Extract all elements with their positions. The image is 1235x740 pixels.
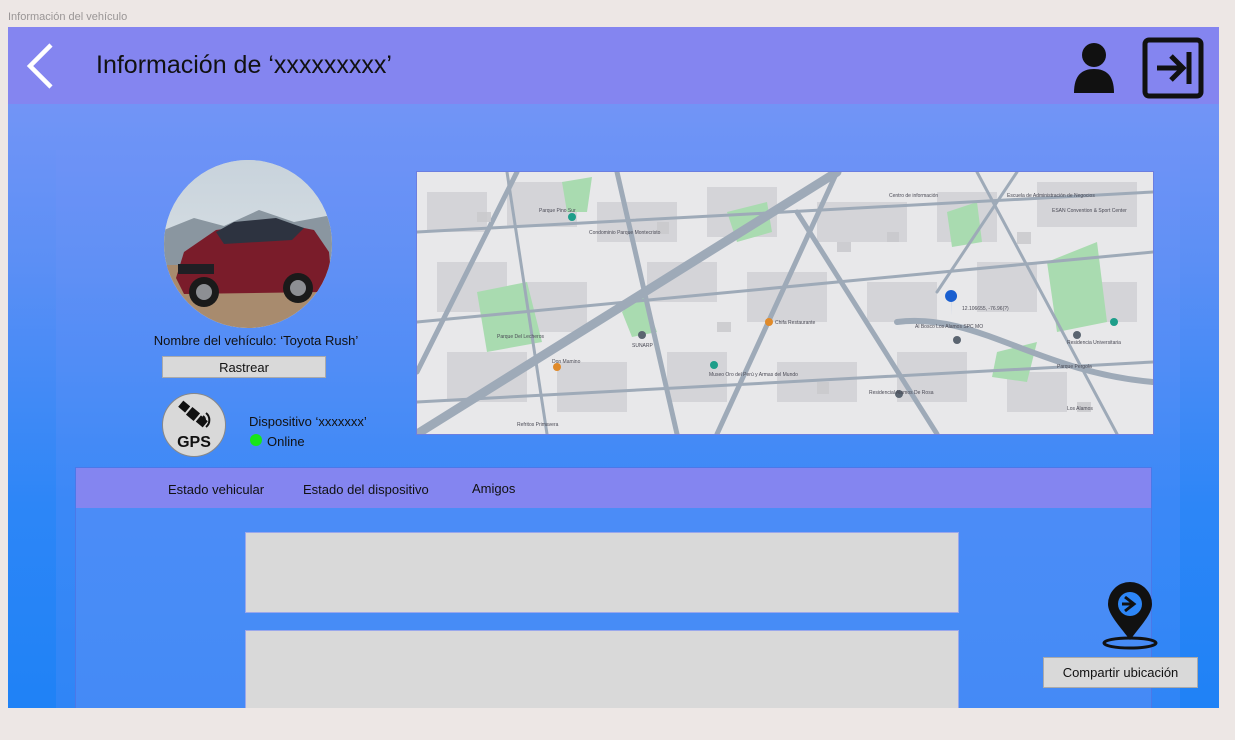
vehicle-photo — [164, 160, 332, 328]
map-label: Residencial Alamos De Rosa — [869, 390, 934, 396]
map-label: 12.106655, -76.96(?) — [962, 306, 1009, 312]
app-frame: Información de ‘xxxxxxxxx’ Nombre del ve… — [8, 27, 1219, 708]
vehicle-name: Nombre del vehículo: ‘Toyota Rush’ — [153, 333, 359, 348]
gps-icon: GPS — [162, 393, 226, 457]
info-field — [245, 532, 959, 613]
info-field — [245, 630, 959, 708]
map-label: SUNARP — [632, 343, 654, 349]
map-label: Parque Del Lecheros — [497, 334, 544, 340]
map-label: Al Bosco Los Alamos SPC MO — [915, 324, 983, 330]
device-name: Dispositivo ‘xxxxxxx’ — [249, 414, 367, 429]
back-button[interactable] — [24, 41, 64, 91]
header: Información de ‘xxxxxxxxx’ — [8, 27, 1219, 104]
status-dot — [250, 434, 262, 446]
map-label: Escuela de Administración de Negocios — [1007, 193, 1095, 199]
map-label: Don Mamino — [552, 359, 581, 365]
location-share-icon[interactable] — [1100, 582, 1160, 650]
page-title: Información de ‘xxxxxxxxx’ — [96, 51, 392, 79]
map-label: Museo Oro del Perú y Armas del Mundo — [709, 372, 798, 378]
window-label: Información del vehículo — [8, 11, 128, 23]
map-label: Chifa Restaurante — [775, 320, 816, 326]
map-label: Los Alamos — [1067, 406, 1093, 412]
map-label: Condominio Parque Montecristo — [589, 230, 661, 236]
logout-button[interactable] — [1141, 36, 1205, 100]
logout-icon — [1142, 37, 1204, 99]
gps-icon-label: GPS — [177, 434, 211, 451]
track-button[interactable]: Rastrear — [162, 356, 326, 378]
chevron-left-icon — [26, 43, 53, 89]
map-label: Parque Pergola — [1057, 364, 1092, 370]
map-label: Centro de información — [889, 193, 938, 199]
map-label: ESAN Convention & Sport Center — [1052, 208, 1127, 214]
tab-estado-vehicular[interactable]: Estado vehicular — [168, 482, 264, 497]
user-button[interactable] — [1072, 41, 1116, 95]
share-location-button[interactable]: Compartir ubicación — [1043, 657, 1198, 688]
map-label: Residencia Universitaria — [1067, 340, 1121, 346]
user-icon — [1074, 43, 1114, 93]
map-label: Parque Pino Sur — [539, 208, 576, 214]
map-view[interactable]: Parque Pino Sur Condominio Parque Montec… — [416, 171, 1154, 435]
device-status: Online — [267, 434, 305, 449]
tab-estado-dispositivo[interactable]: Estado del dispositivo — [303, 482, 429, 497]
tabs-bar: Estado vehicular Estado del dispositivo … — [76, 468, 1151, 508]
tab-amigos[interactable]: Amigos — [472, 481, 515, 496]
map-label: Refritos Primavera — [517, 422, 559, 428]
